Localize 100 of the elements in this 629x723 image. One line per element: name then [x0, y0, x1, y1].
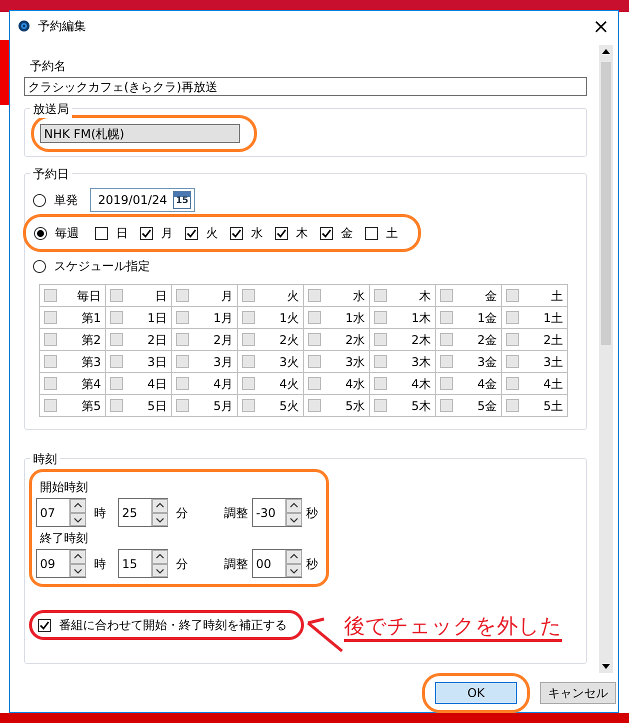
checkbox[interactable]	[320, 226, 333, 240]
calendar-icon[interactable]: 15	[173, 191, 192, 209]
name-field[interactable]: クラシックカフェ(きらクラ)再放送	[24, 77, 587, 96]
table-cell-text: 2木	[411, 332, 431, 348]
checkbox-label[interactable]: 土	[386, 224, 398, 242]
table-cell-text: 2土	[543, 332, 563, 348]
table-cell-text: 4水	[345, 376, 365, 392]
radio-label[interactable]: 毎週	[55, 224, 79, 242]
spin-down-icon[interactable]	[286, 564, 302, 577]
table-cell-text: 毎日	[77, 288, 101, 304]
group-label: 時刻	[30, 450, 60, 468]
table-cell-text: 第1	[81, 310, 101, 326]
table-cell-text: 2金	[477, 332, 497, 348]
checkbox-label[interactable]: 金	[341, 224, 353, 242]
unit-label: 時	[94, 504, 106, 522]
table-cell-text: 4日	[147, 376, 167, 392]
checkbox[interactable]	[275, 226, 288, 240]
annotation-text: 後でチェックを外した	[344, 614, 562, 642]
checkbox[interactable]	[185, 226, 198, 240]
checkbox-label[interactable]: 月	[161, 224, 173, 242]
table-cell-text: 第3	[81, 354, 101, 370]
checkbox[interactable]	[230, 226, 243, 240]
group-label: 予約日	[30, 165, 72, 183]
table-cell-text: 5金	[477, 398, 497, 414]
table-cell-text: 4木	[411, 376, 431, 392]
spin-up-icon[interactable]	[152, 550, 168, 564]
table-cell-text: 第5	[81, 398, 101, 414]
radio-button[interactable]	[34, 226, 47, 240]
checkbox[interactable]	[95, 226, 108, 240]
field-label: 予約名	[29, 58, 67, 75]
arrow	[304, 615, 344, 655]
radio-label[interactable]: スケジュール指定	[54, 257, 150, 275]
table-cell-text: 1日	[147, 310, 167, 326]
unit-label: 分	[176, 556, 188, 572]
minute-spinner[interactable]: 15	[118, 549, 168, 578]
checkbox[interactable]	[38, 618, 51, 632]
minute-spinner[interactable]: 25	[118, 498, 168, 527]
scroll-up-icon[interactable]	[602, 49, 610, 54]
date-field[interactable]: 2019/01/24 15	[90, 188, 196, 212]
spin-up-icon[interactable]	[286, 550, 302, 564]
checkbox-label[interactable]: 番組に合わせて開始・終了時刻を補正する	[59, 616, 287, 634]
table-cell-text: 5土	[543, 398, 563, 414]
checkbox-label[interactable]: 日	[116, 224, 128, 242]
row-label: 終了時刻	[39, 530, 89, 547]
table-cell-text: 第4	[81, 376, 101, 392]
table-cell-text: 5火	[279, 398, 299, 414]
cancel-button[interactable]: キャンセル	[540, 682, 616, 704]
table-cell-text: 1月	[213, 310, 233, 326]
table-cell-text: 4土	[543, 376, 563, 392]
table-cell-text: 2火	[279, 332, 299, 348]
adjust-label: 調整	[224, 556, 248, 572]
spin-up-icon[interactable]	[286, 499, 302, 512]
hour-spinner[interactable]: 09	[36, 549, 86, 578]
spin-down-icon[interactable]	[152, 564, 168, 577]
spin-down-icon[interactable]	[70, 512, 86, 526]
table-cell-text: 3日	[147, 354, 167, 370]
radio-button[interactable]	[33, 194, 46, 206]
spin-up-icon[interactable]	[70, 499, 86, 512]
unit-label: 分	[176, 504, 188, 522]
table-cell-text: 木	[419, 288, 431, 304]
checkbox[interactable]	[140, 226, 153, 240]
station-field: NHK FM(札幌)	[40, 124, 240, 143]
table-cell-text: 4火	[279, 376, 299, 392]
close-button[interactable]: ×	[584, 12, 618, 40]
table-cell-text: 2水	[345, 332, 365, 348]
window-title: 予約編集	[38, 18, 86, 35]
scroll-down-icon[interactable]	[602, 664, 610, 669]
checkbox-label[interactable]: 水	[251, 224, 263, 242]
hour-spinner[interactable]: 07	[36, 498, 86, 527]
app-icon	[18, 20, 30, 32]
unit-label: 秒	[306, 556, 318, 572]
spin-up-icon[interactable]	[152, 499, 168, 512]
table-cell-text: 1木	[411, 310, 431, 326]
spin-down-icon[interactable]	[286, 512, 302, 526]
table-cell-text: 日	[155, 288, 167, 304]
checkbox-label[interactable]: 木	[296, 224, 308, 242]
table-cell-text: 3金	[477, 354, 497, 370]
table-cell-text: 1水	[345, 310, 365, 326]
ok-button[interactable]: OK	[435, 682, 517, 704]
date-value: 2019/01/24	[98, 192, 168, 209]
table-cell-text: 5木	[411, 398, 431, 414]
adjust-spinner[interactable]: 00	[252, 549, 302, 578]
checkbox-label[interactable]: 火	[206, 224, 218, 242]
table-cell-text: 土	[551, 288, 563, 304]
scrollbar[interactable]	[599, 45, 613, 673]
table-cell-text: 3火	[279, 354, 299, 370]
spin-up-icon[interactable]	[70, 550, 86, 564]
table-cell-text: 3水	[345, 354, 365, 370]
adjust-spinner[interactable]: -30	[252, 498, 302, 527]
checkbox[interactable]	[365, 226, 378, 240]
spin-down-icon[interactable]	[70, 564, 86, 577]
spin-down-icon[interactable]	[152, 512, 168, 526]
table-cell-text: 5水	[345, 398, 365, 414]
unit-label: 秒	[306, 504, 318, 522]
table-cell-text: 3月	[213, 354, 233, 370]
table-cell-text: 5月	[213, 398, 233, 414]
radio-label[interactable]: 単発	[54, 191, 78, 209]
row-label: 開始時刻	[39, 479, 89, 496]
scrollbar-thumb[interactable]	[601, 62, 611, 345]
radio-button[interactable]	[33, 260, 46, 272]
